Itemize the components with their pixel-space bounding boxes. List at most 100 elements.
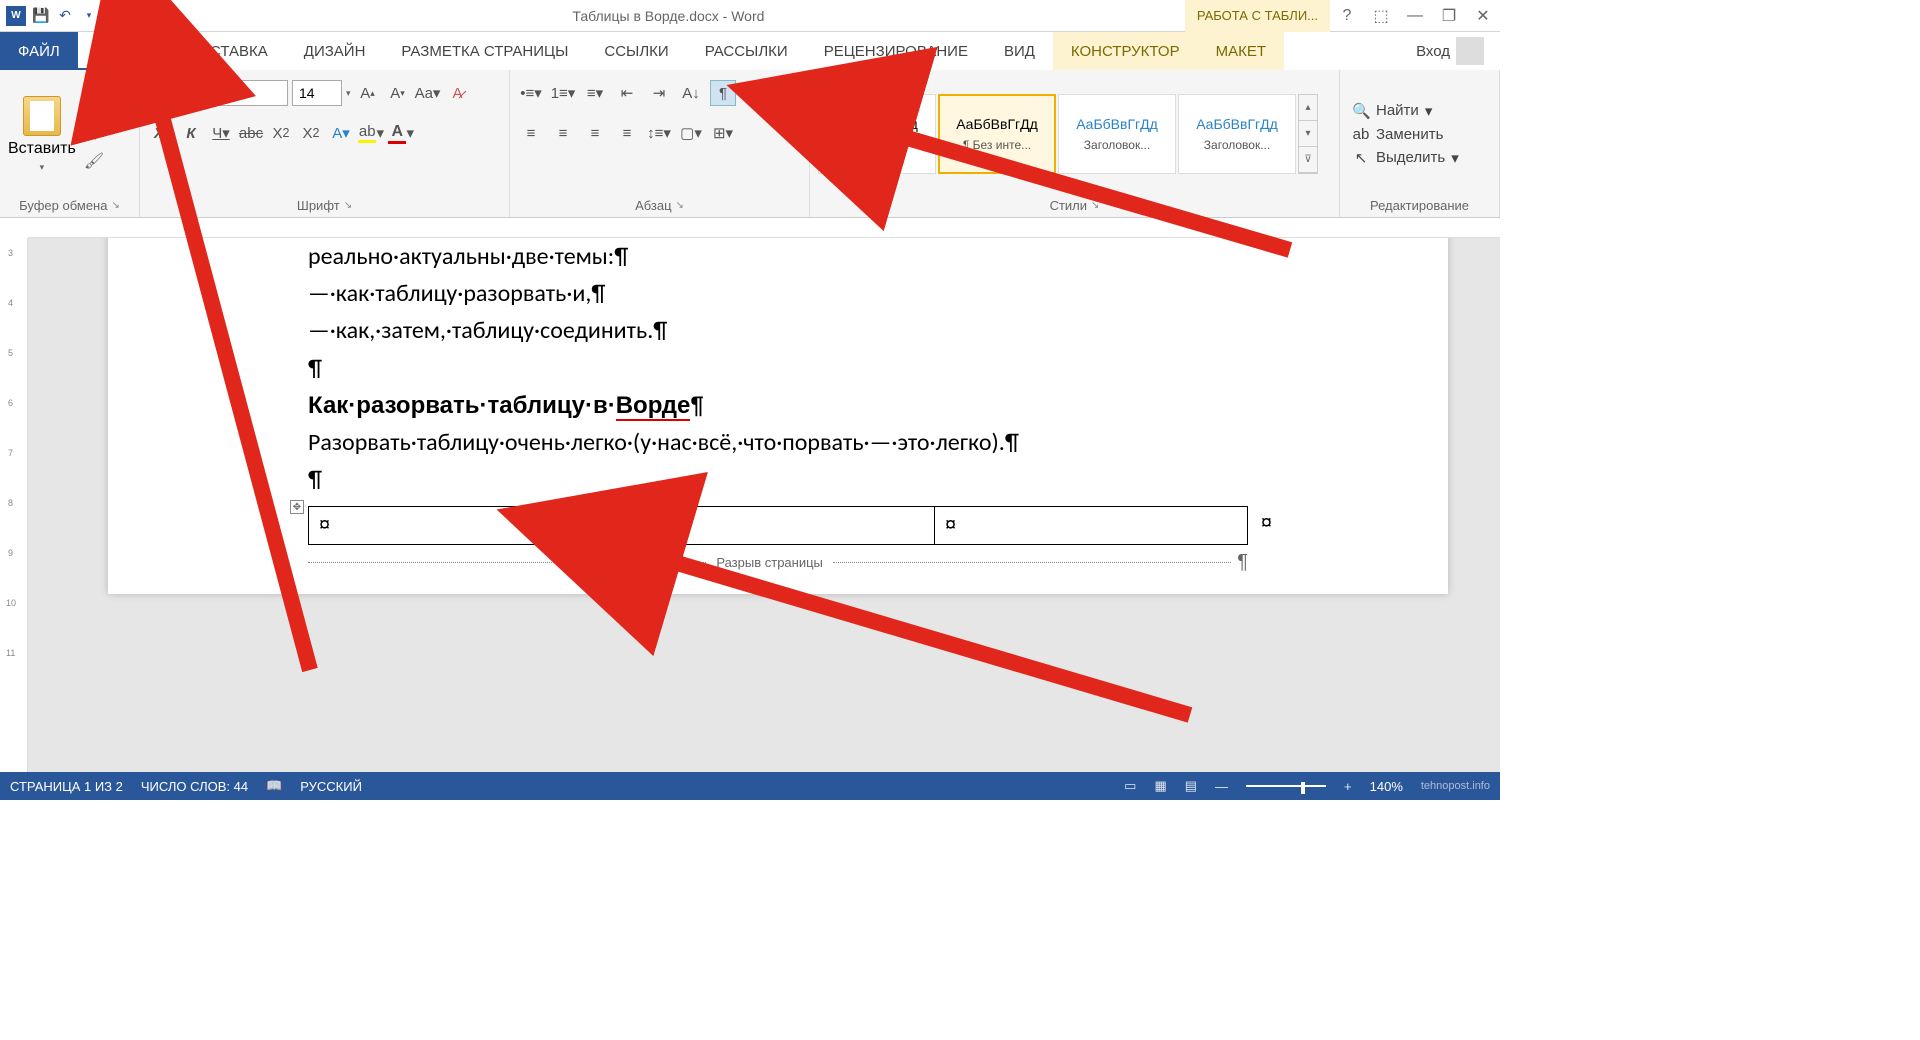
ruler-horizontal[interactable] bbox=[28, 218, 1500, 238]
style-heading1[interactable]: АаБбВвГгДдЗаголовок... bbox=[1058, 94, 1176, 174]
close-icon[interactable]: ✕ bbox=[1466, 0, 1500, 32]
tab-table-layout[interactable]: МАКЕТ bbox=[1198, 32, 1284, 70]
style-heading2[interactable]: АаБбВвГгДдЗаголовок... bbox=[1178, 94, 1296, 174]
justify-icon[interactable]: ≡ bbox=[614, 120, 640, 146]
table-move-handle[interactable]: ✥ bbox=[290, 500, 304, 514]
clear-format-icon[interactable]: A̷ bbox=[445, 80, 471, 106]
group-editing: 🔍Найти ▾ abЗаменить ↖Выделить ▾ Редактир… bbox=[1340, 70, 1500, 217]
qat-customize-icon[interactable]: ▾ bbox=[128, 7, 146, 25]
tab-design[interactable]: ДИЗАЙН bbox=[286, 32, 384, 70]
status-language[interactable]: РУССКИЙ bbox=[300, 779, 362, 794]
doc-line-6[interactable]: ¶ bbox=[308, 461, 1248, 498]
align-left-icon[interactable]: ≡ bbox=[518, 120, 544, 146]
zoom-level[interactable]: 140% bbox=[1370, 779, 1403, 794]
tab-page-layout[interactable]: РАЗМЕТКА СТРАНИЦЫ bbox=[383, 32, 586, 70]
page[interactable]: реально·актуальны·две·темы:¶ —·как·табли… bbox=[108, 238, 1448, 594]
spellcheck-icon[interactable]: 📖 bbox=[266, 778, 282, 794]
paragraph-launcher-icon[interactable]: ↘ bbox=[676, 200, 684, 211]
bullets-icon[interactable]: •≡▾ bbox=[518, 80, 544, 106]
undo-icon[interactable]: ↶ bbox=[56, 7, 74, 25]
undo-dropdown-icon[interactable]: ▾ bbox=[80, 7, 98, 25]
font-name-input[interactable] bbox=[148, 80, 288, 106]
font-launcher-icon[interactable]: ↘ bbox=[344, 200, 352, 211]
redo-icon[interactable]: ↷ bbox=[104, 7, 122, 25]
tab-references[interactable]: ССЫЛКИ bbox=[586, 32, 686, 70]
tab-file[interactable]: ФАЙЛ bbox=[0, 32, 78, 70]
title-bar: W 💾 ↶ ▾ ↷ ▾ Таблицы в Ворде.docx - Word … bbox=[0, 0, 1500, 32]
select-button[interactable]: ↖Выделить ▾ bbox=[1352, 149, 1459, 167]
grow-font-icon[interactable]: A▴ bbox=[355, 80, 381, 106]
doc-line-2[interactable]: —·как·таблицу·разорвать·и,¶ bbox=[308, 275, 1248, 312]
doc-line-5[interactable]: Разорвать·таблицу·очень·легко·(у·нас·всё… bbox=[308, 424, 1248, 461]
text-effects-icon[interactable]: A▾ bbox=[328, 120, 354, 146]
styles-group-label: Стили bbox=[1050, 198, 1087, 213]
find-button[interactable]: 🔍Найти ▾ bbox=[1352, 102, 1459, 120]
editing-group-label: Редактирование bbox=[1370, 198, 1469, 213]
align-right-icon[interactable]: ≡ bbox=[582, 120, 608, 146]
bold-button[interactable]: Ж bbox=[148, 120, 174, 146]
style-normal[interactable]: АаБбВвГгДд¶ Обычный bbox=[818, 94, 936, 174]
ribbon-tabs: ФАЙЛ ГЛАВНАЯ ВСТАВКА ДИЗАЙН РАЗМЕТКА СТР… bbox=[0, 32, 1500, 70]
shading-icon[interactable]: ▢▾ bbox=[678, 120, 704, 146]
tab-view[interactable]: ВИД bbox=[986, 32, 1053, 70]
table-cell[interactable]: ¤ bbox=[935, 507, 1248, 545]
print-layout-icon[interactable]: ▦ bbox=[1154, 778, 1166, 794]
highlight-button[interactable]: ab▾ bbox=[358, 120, 384, 146]
font-size-input[interactable] bbox=[292, 80, 342, 106]
document-table[interactable]: ¤ ¤ ¤ bbox=[308, 506, 1248, 545]
align-center-icon[interactable]: ≡ bbox=[550, 120, 576, 146]
strikethrough-button[interactable]: abc bbox=[238, 120, 264, 146]
ribbon-display-icon[interactable]: ⬚ bbox=[1364, 0, 1398, 32]
format-painter-icon[interactable]: 🖌 bbox=[84, 151, 104, 171]
multilevel-icon[interactable]: ≡▾ bbox=[582, 80, 608, 106]
styles-scroll[interactable]: ▴▾⊽ bbox=[1298, 94, 1318, 174]
cut-icon[interactable]: ✂ bbox=[84, 97, 104, 117]
subscript-button[interactable]: X2 bbox=[268, 120, 294, 146]
clipboard-launcher-icon[interactable]: ↘ bbox=[111, 200, 119, 211]
doc-heading[interactable]: Как·разорвать·таблицу·в·Ворде¶ bbox=[308, 387, 1248, 424]
doc-line-4[interactable]: ¶ bbox=[308, 350, 1248, 387]
tab-review[interactable]: РЕЦЕНЗИРОВАНИЕ bbox=[806, 32, 986, 70]
superscript-button[interactable]: X2 bbox=[298, 120, 324, 146]
underline-button[interactable]: Ч▾ bbox=[208, 120, 234, 146]
sort-icon[interactable]: A↓ bbox=[678, 80, 704, 106]
style-no-spacing[interactable]: АаБбВвГгДд¶ Без инте... bbox=[938, 94, 1056, 174]
table-cell[interactable]: ¤ bbox=[622, 507, 935, 545]
save-icon[interactable]: 💾 bbox=[32, 7, 50, 25]
table-cell[interactable]: ¤ bbox=[309, 507, 622, 545]
web-layout-icon[interactable]: ▤ bbox=[1185, 778, 1197, 794]
tab-home[interactable]: ГЛАВНАЯ bbox=[78, 32, 183, 70]
document-area[interactable]: реально·актуальны·две·темы:¶ —·как·табли… bbox=[28, 238, 1500, 772]
line-spacing-icon[interactable]: ↕≡▾ bbox=[646, 120, 672, 146]
borders-icon[interactable]: ⊞▾ bbox=[710, 120, 736, 146]
status-page[interactable]: СТРАНИЦА 1 ИЗ 2 bbox=[10, 779, 123, 794]
ruler-vertical[interactable]: 3 4 5 6 7 8 9 10 11 bbox=[0, 238, 28, 772]
help-icon[interactable]: ? bbox=[1330, 0, 1364, 32]
decrease-indent-icon[interactable]: ⇤ bbox=[614, 80, 640, 106]
font-color-button[interactable]: A▾ bbox=[388, 120, 414, 146]
read-mode-icon[interactable]: ▭ bbox=[1124, 778, 1136, 794]
doc-line-3[interactable]: —·как,·затем,·таблицу·соединить.¶ bbox=[308, 312, 1248, 349]
change-case-icon[interactable]: Aa▾ bbox=[415, 80, 441, 106]
replace-button[interactable]: abЗаменить bbox=[1352, 126, 1459, 143]
tab-mailings[interactable]: РАССЫЛКИ bbox=[687, 32, 806, 70]
zoom-in-icon[interactable]: + bbox=[1344, 779, 1352, 794]
styles-launcher-icon[interactable]: ↘ bbox=[1091, 200, 1099, 211]
italic-button[interactable]: К bbox=[178, 120, 204, 146]
show-marks-icon[interactable]: ¶ bbox=[710, 80, 736, 106]
tab-insert[interactable]: ВСТАВКА bbox=[183, 32, 286, 70]
table-tools-context: РАБОТА С ТАБЛИ... bbox=[1185, 0, 1330, 32]
table-row[interactable]: ¤ ¤ ¤ bbox=[309, 507, 1248, 545]
increase-indent-icon[interactable]: ⇥ bbox=[646, 80, 672, 106]
numbering-icon[interactable]: 1≡▾ bbox=[550, 80, 576, 106]
tab-table-design[interactable]: КОНСТРУКТОР bbox=[1053, 32, 1198, 70]
shrink-font-icon[interactable]: A▾ bbox=[385, 80, 411, 106]
signin-button[interactable]: Вход bbox=[1400, 32, 1500, 70]
zoom-out-icon[interactable]: — bbox=[1215, 779, 1228, 794]
status-words[interactable]: ЧИСЛО СЛОВ: 44 bbox=[141, 779, 248, 794]
doc-line-1[interactable]: реально·актуальны·две·темы:¶ bbox=[308, 238, 1248, 275]
copy-icon[interactable]: ⎘ bbox=[84, 125, 104, 143]
paste-button[interactable]: Вставить ▾ bbox=[8, 96, 76, 173]
restore-icon[interactable]: ❐ bbox=[1432, 0, 1466, 32]
minimize-icon[interactable]: — bbox=[1398, 0, 1432, 32]
